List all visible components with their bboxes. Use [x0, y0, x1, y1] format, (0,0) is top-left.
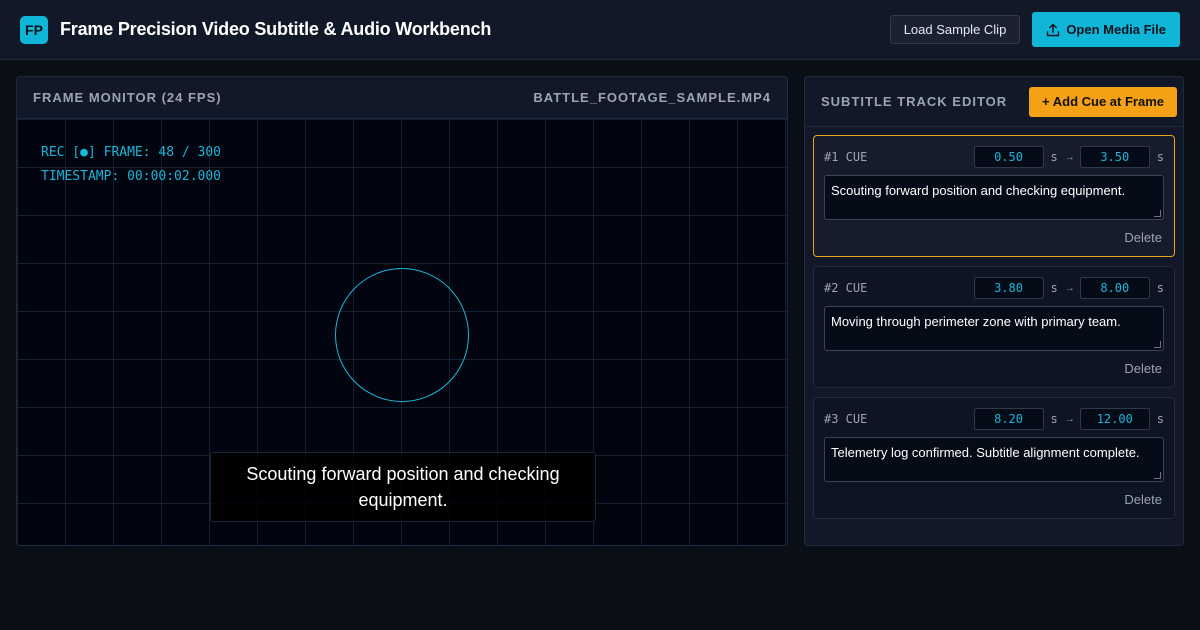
app-logo: FP	[20, 15, 48, 44]
cue-end-input[interactable]: 3.50	[1079, 146, 1150, 168]
subtitle-editor-header: SUBTITLE TRACK EDITOR + Add Cue at Frame	[805, 77, 1183, 127]
resize-grip-icon[interactable]	[1154, 341, 1161, 348]
subtitle-track-editor-panel: SUBTITLE TRACK EDITOR + Add Cue at Frame…	[804, 76, 1184, 546]
cue-delete-button[interactable]: Delete	[1124, 492, 1162, 507]
cue-start-input[interactable]: 3.80	[973, 277, 1044, 299]
cue-time-range: 8.20 s → 12.00 s	[973, 408, 1164, 430]
load-sample-button[interactable]: Load Sample Clip	[889, 15, 1021, 44]
cue-end-input[interactable]: 12.00	[1079, 408, 1150, 430]
cue-text-value: Scouting forward position and checking e…	[831, 183, 1126, 198]
cue-start-input[interactable]: 8.20	[973, 408, 1044, 430]
open-media-label: Open Media File	[1066, 22, 1166, 37]
cue-start-unit: s	[1050, 412, 1058, 426]
cue-end-unit: s	[1156, 281, 1164, 295]
cue-time-range: 0.50 s → 3.50 s	[973, 146, 1164, 168]
subtitle-overlay: Scouting forward position and checking e…	[210, 452, 596, 522]
cue-label: #1 CUE	[824, 150, 868, 164]
top-actions: Load Sample Clip Open Media File	[889, 12, 1180, 47]
cue-text-input[interactable]: Moving through perimeter zone with prima…	[824, 306, 1164, 351]
cue-list: #1 CUE 0.50 s → 3.50 s Scouting forward …	[805, 127, 1183, 519]
upload-icon	[1047, 23, 1060, 36]
subtitle-editor-title: SUBTITLE TRACK EDITOR	[821, 94, 1008, 109]
hud-frame-readout: REC [●] FRAME: 48 / 300	[41, 145, 222, 160]
add-cue-button[interactable]: + Add Cue at Frame	[1029, 86, 1177, 117]
cue-item[interactable]: #3 CUE 8.20 s → 12.00 s Telemetry log co…	[813, 397, 1175, 519]
media-file-name: BATTLE_FOOTAGE_SAMPLE.MP4	[533, 90, 771, 105]
arrow-right-icon: →	[1064, 413, 1075, 425]
resize-grip-icon[interactable]	[1154, 472, 1161, 479]
cue-text-value: Moving through perimeter zone with prima…	[831, 314, 1121, 329]
cue-label: #2 CUE	[824, 281, 868, 295]
open-media-button[interactable]: Open Media File	[1032, 12, 1180, 47]
cue-end-unit: s	[1156, 150, 1164, 164]
cue-delete-button[interactable]: Delete	[1124, 230, 1162, 245]
resize-grip-icon[interactable]	[1154, 210, 1161, 217]
frame-monitor-title: FRAME MONITOR (24 FPS)	[33, 90, 222, 105]
arrow-right-icon: →	[1064, 282, 1075, 294]
hud-timestamp-readout: TIMESTAMP: 00:00:02.000	[41, 169, 222, 184]
cue-time-range: 3.80 s → 8.00 s	[973, 277, 1164, 299]
cue-text-input[interactable]: Telemetry log confirmed. Subtitle alignm…	[824, 437, 1164, 482]
cue-delete-button[interactable]: Delete	[1124, 361, 1162, 376]
cue-item[interactable]: #1 CUE 0.50 s → 3.50 s Scouting forward …	[813, 135, 1175, 257]
arrow-right-icon: →	[1064, 151, 1075, 163]
cue-item[interactable]: #2 CUE 3.80 s → 8.00 s Moving through pe…	[813, 266, 1175, 388]
app-title: Frame Precision Video Subtitle & Audio W…	[60, 19, 492, 39]
cue-start-unit: s	[1050, 281, 1058, 295]
video-screen[interactable]: REC [●] FRAME: 48 / 300 TIMESTAMP: 00:00…	[17, 119, 787, 545]
cue-label: #3 CUE	[824, 412, 868, 426]
frame-monitor-header: FRAME MONITOR (24 FPS) BATTLE_FOOTAGE_SA…	[17, 77, 787, 119]
cue-start-input[interactable]: 0.50	[973, 146, 1044, 168]
hud-overlay: REC [●] FRAME: 48 / 300 TIMESTAMP: 00:00…	[41, 141, 221, 189]
cue-text-input[interactable]: Scouting forward position and checking e…	[824, 175, 1164, 220]
top-bar: FP Frame Precision Video Subtitle & Audi…	[0, 0, 1200, 60]
cue-text-value: Telemetry log confirmed. Subtitle alignm…	[831, 445, 1140, 460]
cue-end-unit: s	[1156, 412, 1164, 426]
target-reticle-icon	[335, 268, 469, 402]
frame-monitor-panel: FRAME MONITOR (24 FPS) BATTLE_FOOTAGE_SA…	[16, 76, 788, 546]
cue-start-unit: s	[1050, 150, 1058, 164]
cue-end-input[interactable]: 8.00	[1079, 277, 1150, 299]
